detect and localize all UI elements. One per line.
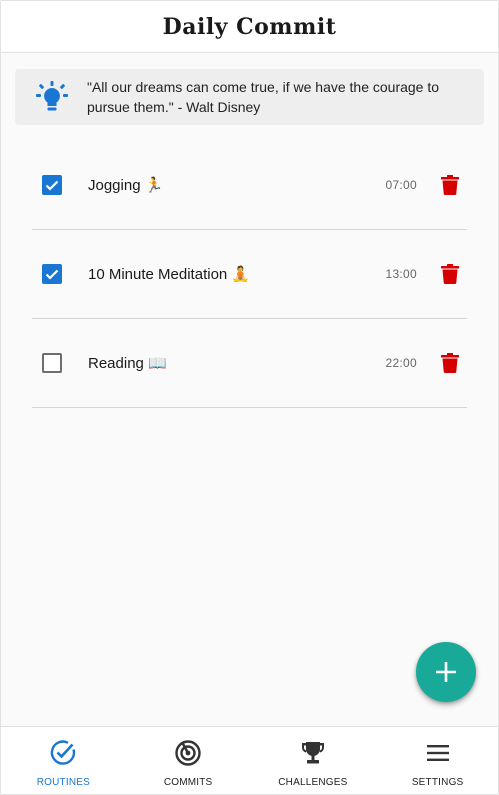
bottom-navigation: ROUTINES COMMITS CHALLENGES SETTINGS <box>1 726 498 794</box>
check-circle-icon <box>51 740 76 765</box>
quote-banner: "All our dreams can come true, if we hav… <box>15 69 484 125</box>
radar-icon <box>175 740 201 766</box>
delete-icon[interactable] <box>441 264 459 284</box>
routine-time: 07:00 <box>385 178 417 192</box>
delete-icon[interactable] <box>441 175 459 195</box>
app-header: Daily Commit <box>1 1 498 53</box>
checkmark-icon <box>45 180 59 191</box>
delete-icon[interactable] <box>441 353 459 373</box>
page-title: Daily Commit <box>162 13 337 40</box>
routine-list: Jogging 🏃 07:00 10 Minute Meditation 🧘 1… <box>32 141 467 408</box>
quote-text: "All our dreams can come true, if we hav… <box>87 79 440 115</box>
menu-icon <box>426 745 449 761</box>
nav-challenges[interactable]: CHALLENGES <box>251 727 376 794</box>
trophy-icon <box>301 742 324 764</box>
routine-time: 22:00 <box>385 356 417 370</box>
nav-label: ROUTINES <box>36 777 91 788</box>
routine-checkbox[interactable] <box>42 264 62 284</box>
routine-row: Reading 📖 22:00 <box>32 319 467 408</box>
routine-name: Jogging 🏃 <box>88 177 164 194</box>
checkmark-icon <box>45 269 59 280</box>
nav-label: CHALLENGES <box>278 777 348 788</box>
nav-label: COMMITS <box>163 777 213 788</box>
nav-label: SETTINGS <box>411 777 464 788</box>
nav-settings[interactable]: SETTINGS <box>375 727 498 794</box>
routine-name: 10 Minute Meditation 🧘 <box>88 266 251 283</box>
routine-time: 13:00 <box>385 267 417 281</box>
routine-checkbox[interactable] <box>42 353 62 373</box>
app-window: Daily Commit "All our dreams can come tr… <box>0 0 499 795</box>
routine-name: Reading 📖 <box>88 355 167 372</box>
nav-commits[interactable]: COMMITS <box>126 727 251 794</box>
routine-row: 10 Minute Meditation 🧘 13:00 <box>32 230 467 319</box>
add-routine-button[interactable] <box>416 642 476 702</box>
lightbulb-icon <box>36 81 68 111</box>
plus-icon <box>436 662 456 682</box>
nav-routines[interactable]: ROUTINES <box>1 727 126 794</box>
routine-row: Jogging 🏃 07:00 <box>32 141 467 230</box>
routine-checkbox[interactable] <box>42 175 62 195</box>
